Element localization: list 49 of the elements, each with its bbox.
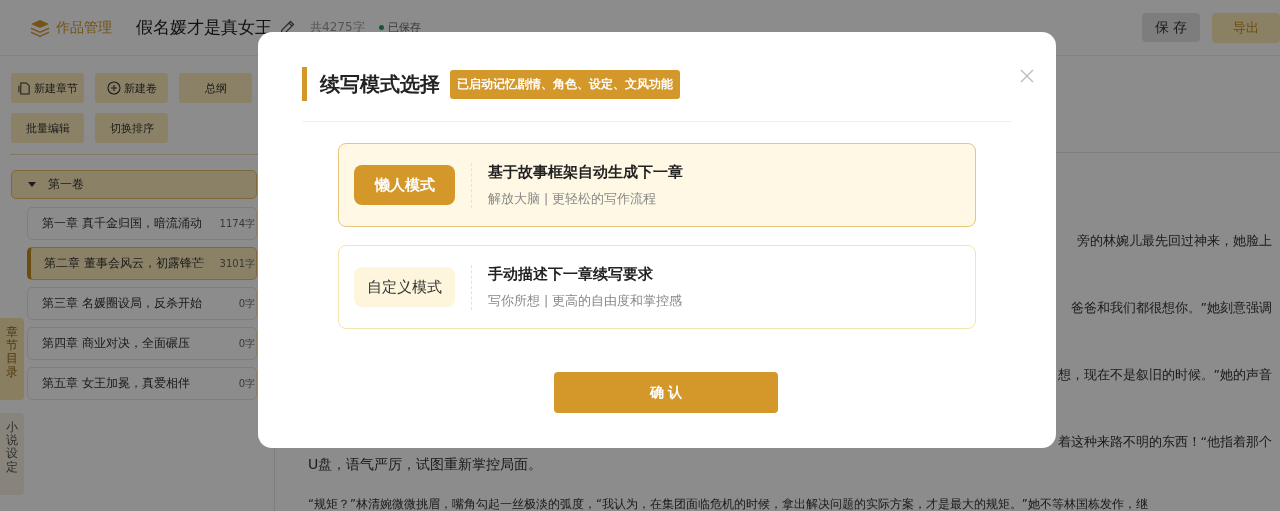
caret-icon: [28, 181, 36, 188]
chapter-item[interactable]: 第三章 名媛圈设局，反杀开始 0字: [27, 287, 257, 320]
layers-icon: [30, 18, 50, 37]
paragraph-text: 着这种来路不明的东西！“他指着那个: [1057, 434, 1272, 449]
chapter-item[interactable]: 第五章 女王加冕，真爱相伴 0字: [27, 367, 257, 400]
toolbar-button[interactable]: 总纲: [179, 73, 252, 103]
mode-title: 手动描述下一章续写要求: [488, 264, 654, 284]
paragraph-text: 旁的林婉儿最先回过神来，她脸上: [1077, 233, 1272, 248]
feature-badge: 已启动记忆剧情、角色、设定、文风功能: [450, 69, 680, 99]
toolbar-button[interactable]: 批量编辑: [11, 113, 84, 143]
toolbar-button[interactable]: 切换排序: [95, 113, 168, 143]
chapter-title: 第三章 名媛圈设局，反杀开始: [42, 296, 202, 311]
side-tab[interactable]: 章节目录: [0, 318, 24, 400]
side-tab[interactable]: 小说设定: [0, 413, 24, 495]
volume-title: 第一卷: [48, 176, 84, 193]
toolbar-button[interactable]: 新建章节: [11, 73, 84, 103]
save-status: 已保存: [387, 20, 421, 35]
chapter-title: 第一章 真千金归国，暗流涌动: [42, 216, 202, 231]
mode-description: 写你所想 | 更高的自由度和掌控感: [488, 292, 683, 310]
save-button[interactable]: 保 存: [1142, 13, 1200, 42]
chapter-item[interactable]: 第一章 真千金归国，暗流涌动 1174字: [27, 207, 257, 240]
chapter-title: 第二章 董事会风云，初露锋芒: [44, 256, 204, 271]
mode-card[interactable]: 懒人模式 基于故事框架自动生成下一章 解放大脑 | 更轻松的写作流程: [338, 143, 976, 227]
chapter-item[interactable]: 第四章 商业对决，全面碾压 0字: [27, 327, 257, 360]
paragraph-text: 想，现在不是叙旧的时候。”她的声音: [1057, 367, 1272, 382]
mode-card[interactable]: 自定义模式 手动描述下一章续写要求 写你所想 | 更高的自由度和掌控感: [338, 245, 976, 329]
mode-label: 自定义模式: [354, 267, 455, 307]
chapter-word-count: 3101字: [219, 256, 255, 271]
toolbar-button[interactable]: 新建卷: [95, 73, 168, 103]
paragraph-text: U盘，语气严厉，试图重新掌控局面。: [308, 456, 543, 472]
accent-bar: [302, 67, 307, 101]
dialog-title: 续写模式选择: [320, 70, 440, 98]
mode-description: 解放大脑 | 更轻松的写作流程: [488, 190, 658, 208]
paragraph-text: “规矩？”林清婉微微挑眉，嘴角勾起一丝极淡的弧度，“我认为，在集团面临危机的时候，拿出解决问题的实际方案，才是最大的规矩。”她不等林国栋发作，继: [308, 497, 1148, 511]
chapter-word-count: 0字: [238, 336, 255, 351]
page-icon: [17, 81, 31, 95]
mode-label: 懒人模式: [354, 165, 455, 205]
chapter-word-count: 1174字: [219, 216, 255, 231]
mode-title: 基于故事框架自动生成下一章: [488, 162, 683, 182]
chapter-title: 第四章 商业对决，全面碾压: [42, 336, 190, 351]
status-dot-icon: [378, 25, 384, 30]
chapter-word-count: 0字: [238, 296, 255, 311]
chapter-title: 第五章 女王加冕，真爱相伴: [42, 376, 190, 391]
plus-circle-icon: [106, 81, 121, 95]
confirm-button[interactable]: 确 认: [554, 372, 778, 413]
chapter-item[interactable]: 第二章 董事会风云，初露锋芒 3101字: [27, 247, 257, 280]
paragraph-text: 爸爸和我们都很想你。”她刻意强调: [1070, 300, 1272, 315]
chapter-word-count: 0字: [238, 376, 255, 391]
volume-item[interactable]: 第一卷: [11, 170, 257, 199]
